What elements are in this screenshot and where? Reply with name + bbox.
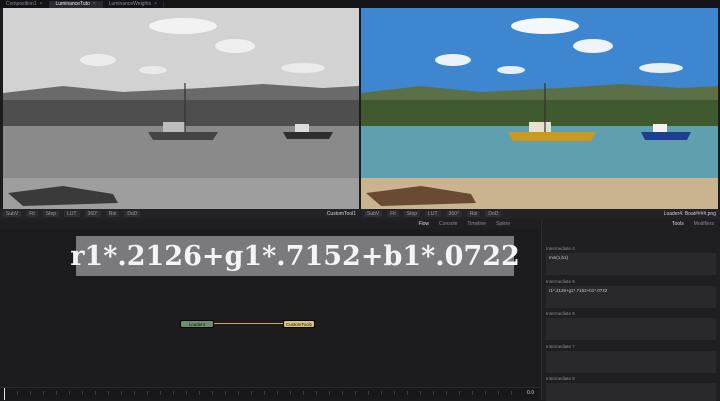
expression-input[interactable]: min(1,b1): [546, 253, 716, 275]
dod-button[interactable]: DoD: [124, 211, 141, 217]
intermediate-5-field: Intermediate 5 r1*.2126+g1*.7152+b1*.072…: [546, 279, 716, 308]
inspector-panel: Tools Modifiers Intermediate 4 min(1,b1)…: [541, 219, 720, 401]
tab-flow[interactable]: Flow: [418, 221, 429, 227]
fit-button[interactable]: Fit: [387, 211, 399, 217]
playhead[interactable]: [4, 388, 5, 400]
field-label: Intermediate 5: [546, 279, 575, 284]
tab-label: LuminanceWeights: [108, 1, 152, 7]
document-tab-bar: Composition1 × LuminanceTuto × LuminanceWe…: [0, 0, 720, 8]
viewer-node-name: Loader4: Boat####.png: [663, 211, 716, 217]
close-icon[interactable]: ×: [154, 1, 157, 7]
grayscale-boat-image: [3, 8, 359, 209]
viewer-right[interactable]: [361, 8, 718, 209]
stop-button[interactable]: Stop: [403, 211, 421, 217]
close-icon[interactable]: ×: [93, 1, 96, 7]
node-customtool[interactable]: CustomTool1: [283, 320, 315, 328]
flow-panel-tabs: Flow Console Timeline Spline: [0, 219, 540, 229]
lut-button[interactable]: LUT: [64, 211, 80, 217]
tab-luminancetuto[interactable]: LuminanceTuto ×: [49, 1, 103, 8]
viewer-right-toolbar: SubV Fit Stop LUT 360° Roi DoD Loader4: …: [361, 209, 720, 219]
color-boat-image: [361, 8, 718, 209]
tab-tools[interactable]: Tools: [672, 221, 684, 227]
dod-button[interactable]: DoD: [485, 211, 502, 217]
stop-button[interactable]: Stop: [42, 211, 60, 217]
tab-composition1[interactable]: Composition1 ×: [0, 1, 50, 8]
intermediate-7-field: Intermediate 7: [546, 344, 716, 373]
tab-console[interactable]: Console: [439, 221, 457, 227]
close-icon[interactable]: ×: [40, 1, 43, 7]
timeline-ruler[interactable]: 0.0: [0, 387, 540, 400]
expression-input[interactable]: [546, 351, 716, 373]
field-label: Intermediate 7: [546, 344, 575, 349]
viewer-node-name: CustomTool1: [326, 211, 356, 217]
current-frame: 0.0: [527, 390, 534, 396]
intermediate-6-field: Intermediate 6: [546, 311, 716, 340]
inspector-tabs: Tools Modifiers: [542, 219, 720, 229]
node-loader[interactable]: Loader4: [180, 320, 214, 328]
expression-input[interactable]: r1*.2126+g1*.7152+b1*.0722: [546, 286, 716, 308]
fit-button[interactable]: Fit: [26, 211, 38, 217]
time-ruler[interactable]: [4, 391, 520, 395]
360-button[interactable]: 360°: [84, 211, 101, 217]
tab-timeline[interactable]: Timeline: [467, 221, 486, 227]
tab-spline[interactable]: Spline: [496, 221, 510, 227]
tab-luminanceweights[interactable]: LuminanceWeights ×: [103, 1, 165, 8]
viewer-left[interactable]: [3, 8, 359, 209]
expression-input[interactable]: [546, 383, 716, 401]
intermediate-8-field: Intermediate 8: [546, 376, 716, 401]
roi-button[interactable]: Roi: [466, 211, 481, 217]
tab-modifiers[interactable]: Modifiers: [694, 221, 714, 227]
tab-label: Composition1: [6, 1, 37, 7]
intermediate-4-field: Intermediate 4 min(1,b1): [546, 246, 716, 275]
formula-overlay: r1*.2126+g1*.7152+b1*.0722: [70, 236, 520, 276]
viewer-left-toolbar: SubV Fit Stop LUT 360° Roi DoD CustomToo…: [0, 209, 360, 219]
subview-button[interactable]: SubV: [3, 211, 22, 217]
roi-button[interactable]: Roi: [105, 211, 120, 217]
node-connection: [214, 323, 283, 324]
field-label: Intermediate 8: [546, 376, 575, 381]
field-label: Intermediate 6: [546, 311, 575, 316]
field-label: Intermediate 4: [546, 246, 575, 251]
360-button[interactable]: 360°: [445, 211, 462, 217]
expression-input[interactable]: [546, 318, 716, 340]
lut-button[interactable]: LUT: [425, 211, 441, 217]
subview-button[interactable]: SubV: [364, 211, 383, 217]
tab-label: LuminanceTuto: [55, 1, 90, 7]
